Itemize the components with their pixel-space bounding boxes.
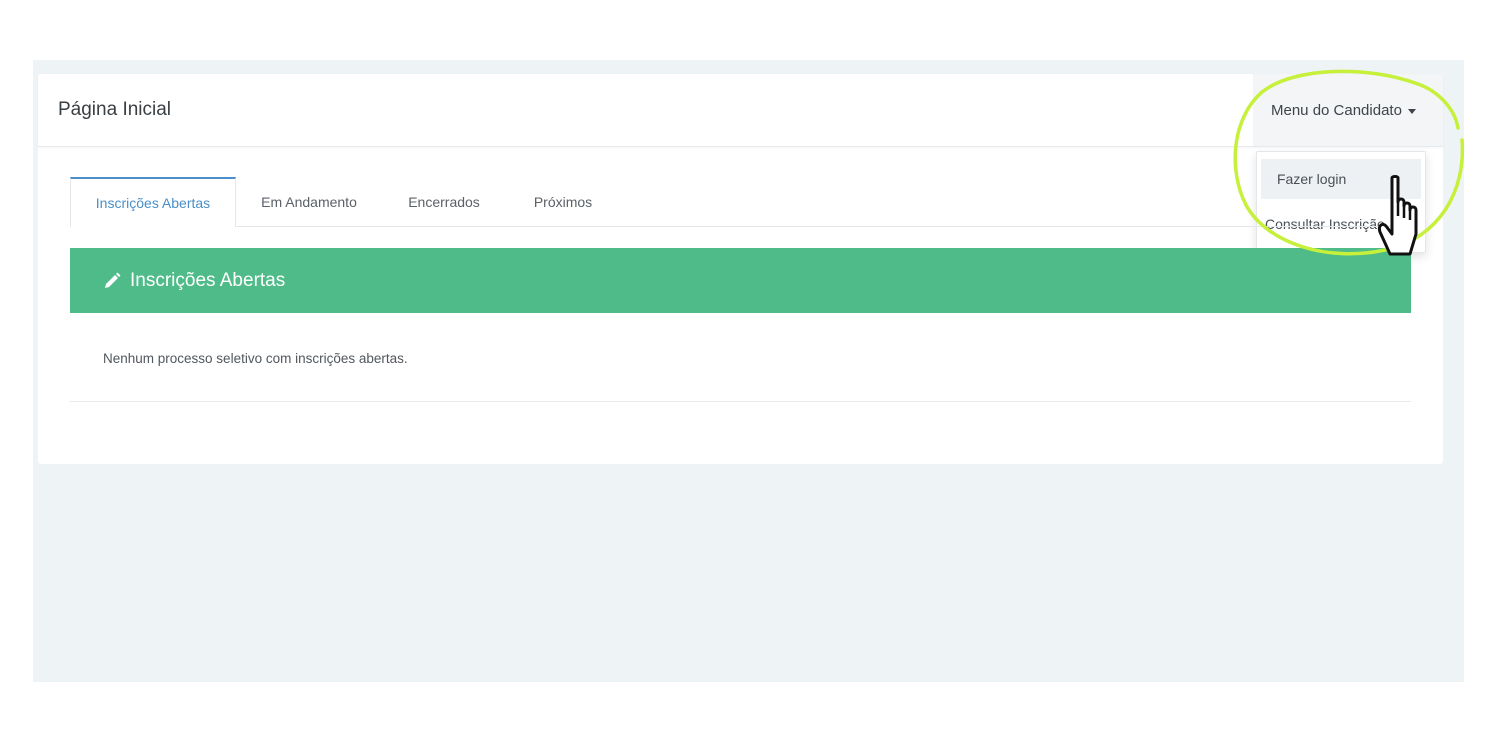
divider <box>70 401 1411 402</box>
tab-open-registrations[interactable]: Inscrições Abertas <box>70 177 236 227</box>
card-header: Página Inicial Menu do Candidato <box>38 74 1443 147</box>
candidate-menu-label: Menu do Candidato <box>1271 101 1402 119</box>
main-card: Página Inicial Menu do Candidato Fazer l… <box>38 74 1443 464</box>
candidate-menu-button[interactable]: Menu do Candidato <box>1253 74 1443 146</box>
caret-down-icon <box>1407 108 1416 114</box>
tab-closed[interactable]: Encerrados <box>381 177 507 226</box>
panel-header: Inscrições Abertas <box>70 248 1411 313</box>
tab-bar: Inscrições Abertas Em Andamento Encerrad… <box>70 177 1410 227</box>
panel-title: Inscrições Abertas <box>130 269 286 291</box>
app-frame: Página Inicial Menu do Candidato Fazer l… <box>33 60 1464 682</box>
page-title: Página Inicial <box>58 99 172 120</box>
tab-in-progress[interactable]: Em Andamento <box>245 177 373 226</box>
tab-upcoming[interactable]: Próximos <box>515 177 611 226</box>
pencil-icon <box>105 272 121 288</box>
empty-state-message: Nenhum processo seletivo com inscrições … <box>103 351 408 366</box>
